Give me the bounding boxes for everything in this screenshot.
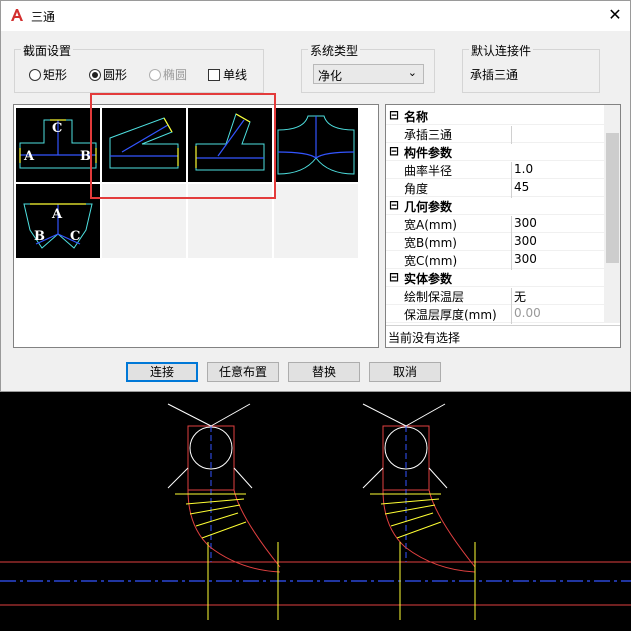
tee-rect-icon: C A B	[19, 119, 97, 169]
prop-row-angle[interactable]: 角度 45	[386, 179, 604, 198]
prop-value[interactable]: 无	[511, 288, 604, 306]
tile-label-a: A	[23, 149, 35, 164]
system-type-select[interactable]: 净化 ⌄	[313, 64, 424, 84]
prop-row-width-a[interactable]: 宽A(mm) 300	[386, 215, 604, 234]
connect-button[interactable]: 连接	[126, 362, 198, 382]
prop-value[interactable]: 300	[511, 252, 604, 270]
replace-button[interactable]: 替换	[288, 362, 360, 382]
y-tee-icon	[277, 115, 355, 175]
radio-circle[interactable]: 圆形	[89, 66, 127, 83]
prop-category-geometry[interactable]: ⊟ 几何参数	[386, 197, 604, 215]
preview-tile-y-fork[interactable]: A B C	[16, 184, 100, 258]
radio-ellipse[interactable]: 椭圆	[149, 66, 187, 83]
prop-category-solid[interactable]: ⊟ 实体参数	[386, 269, 604, 287]
prop-row-width-c[interactable]: 宽C(mm) 300	[386, 251, 604, 270]
property-grid: ⊟ 名称 承插三通 ⊟ 构件参数 曲率半径 1.0 角度 45 ⊟ 几何参数 宽…	[385, 104, 621, 348]
scrollbar-thumb[interactable]	[606, 133, 619, 263]
prop-row-insulation-thickness[interactable]: 保温层厚度(mm) 0.00	[386, 305, 604, 324]
prop-category-label: 实体参数	[404, 272, 453, 286]
system-type-title: 系统类型	[308, 42, 361, 59]
prop-value[interactable]: 300	[511, 216, 604, 234]
prop-row-width-b[interactable]: 宽B(mm) 300	[386, 233, 604, 252]
selection-status: 当前没有选择	[386, 325, 620, 347]
tile-label-b2: B	[34, 229, 45, 244]
prop-category-label: 构件参数	[404, 146, 453, 160]
prop-value[interactable]: 45	[511, 180, 604, 198]
tee-fitting-right	[362, 403, 476, 620]
radio-rectangle-circle	[29, 68, 41, 81]
default-connector-title: 默认连接件	[469, 42, 534, 59]
section-settings-title: 截面设置	[21, 42, 74, 59]
radio-rectangle[interactable]: 矩形	[29, 66, 67, 83]
prop-name: 承插三通	[404, 128, 453, 142]
prop-name: 曲率半径	[404, 164, 453, 178]
single-line-label: 单线	[223, 68, 248, 82]
window-title: 三通	[31, 10, 56, 24]
prop-row-insulation[interactable]: 绘制保温层 无	[386, 287, 604, 306]
collapse-icon: ⊟	[389, 270, 400, 284]
prop-name: 绘制保温层	[404, 290, 465, 304]
close-button[interactable]: ✕	[604, 5, 626, 27]
prop-category-label: 名称	[404, 110, 429, 124]
prop-value[interactable]: 1.0	[511, 162, 604, 180]
tee-dialog: 三通 ✕ 截面设置 矩形 圆形 椭圆 单线 系统类型 净化 ⌄ 默认连接件 承插…	[0, 0, 631, 392]
system-type-value: 净化	[318, 69, 343, 83]
prop-value: 0.00	[511, 306, 604, 324]
prop-category-label: 几何参数	[404, 200, 453, 214]
prop-name: 宽B(mm)	[404, 236, 457, 250]
single-line-box	[208, 68, 220, 81]
prop-name: 宽C(mm)	[404, 254, 458, 268]
prop-name: 保温层厚度(mm)	[404, 308, 497, 322]
property-scrollbar[interactable]	[604, 105, 620, 323]
prop-row-connector[interactable]: 承插三通	[386, 125, 604, 144]
y-fork-icon: A B C	[23, 203, 93, 249]
radio-ellipse-label: 椭圆	[163, 68, 188, 82]
collapse-icon: ⊟	[389, 108, 400, 122]
cad-drawing-canvas[interactable]	[0, 392, 631, 628]
prop-row-radius[interactable]: 曲率半径 1.0	[386, 161, 604, 180]
selection-highlight-frame	[90, 93, 276, 199]
tile-label-a2: A	[51, 207, 63, 222]
preview-tile-tee-rect[interactable]: C A B	[16, 108, 100, 182]
prop-name: 角度	[404, 182, 429, 196]
radio-ellipse-circle	[149, 68, 161, 81]
autocad-a-icon	[11, 9, 23, 21]
collapse-icon: ⊟	[389, 144, 400, 158]
collapse-icon: ⊟	[389, 198, 400, 212]
tile-label-c2: C	[70, 229, 80, 244]
cad-drawing	[0, 403, 631, 620]
tile-label-c: C	[52, 121, 62, 136]
prop-name: 宽A(mm)	[404, 218, 457, 232]
cancel-button[interactable]: 取消	[369, 362, 441, 382]
radio-circle-circle	[89, 68, 101, 81]
tee-fitting-left	[167, 403, 281, 620]
free-layout-button[interactable]: 任意布置	[207, 362, 279, 382]
preview-tile-y-tee[interactable]	[274, 108, 358, 182]
title-bar: 三通 ✕	[1, 1, 630, 31]
radio-rectangle-label: 矩形	[43, 68, 68, 82]
prop-value[interactable]: 300	[511, 234, 604, 252]
single-line-checkbox[interactable]: 单线	[208, 66, 247, 83]
prop-category-component[interactable]: ⊟ 构件参数	[386, 143, 604, 161]
prop-category-name[interactable]: ⊟ 名称	[386, 107, 604, 125]
preview-tile-empty-3	[274, 184, 358, 258]
chevron-down-icon: ⌄	[407, 66, 417, 79]
radio-circle-label: 圆形	[103, 68, 128, 82]
prop-value[interactable]	[511, 126, 604, 144]
default-connector-value: 承插三通	[470, 68, 519, 82]
